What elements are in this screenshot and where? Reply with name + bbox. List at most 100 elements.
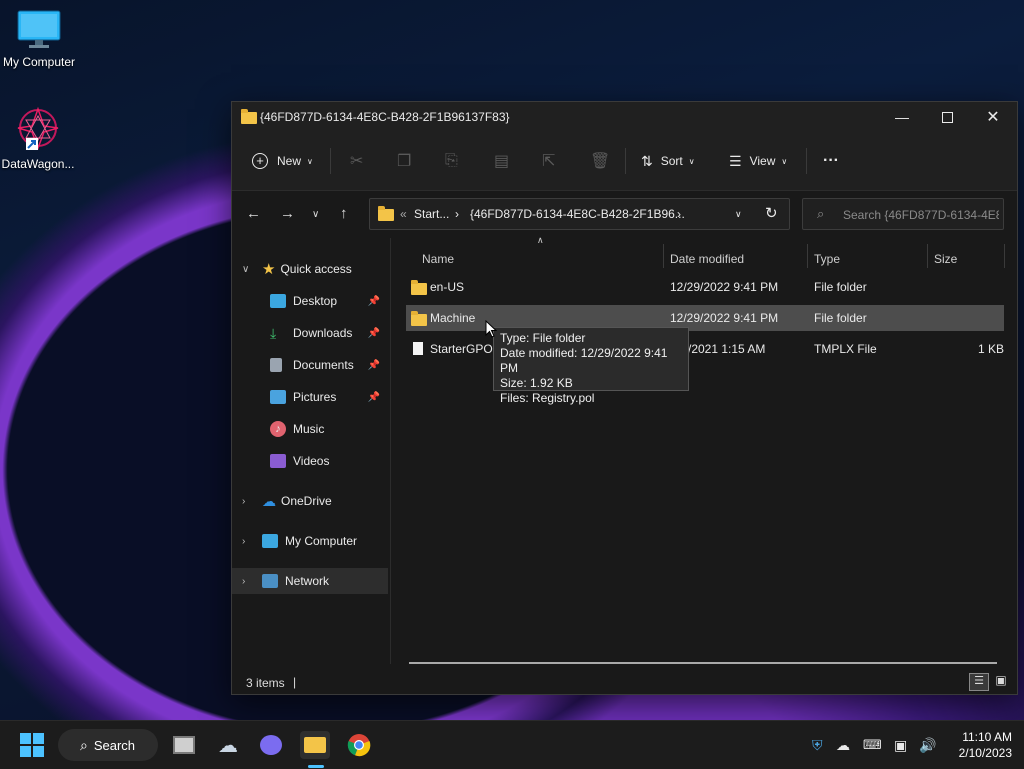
sidebar-item-label: Desktop bbox=[293, 294, 338, 308]
up-arrow-icon[interactable]: ↑ bbox=[340, 205, 348, 222]
chevron-down-icon[interactable]: ∨ bbox=[242, 264, 249, 275]
pin-icon[interactable]: 📌 bbox=[368, 360, 380, 371]
navigation-pane: ∨ ★ Quick access Desktop 📌 ⤓ Downloads 📌… bbox=[232, 238, 391, 664]
column-divider[interactable] bbox=[663, 244, 664, 268]
delete-button[interactable]: 🗑 bbox=[590, 150, 610, 172]
search-button[interactable]: ⌕ Search bbox=[58, 729, 158, 761]
tooltip-date: Date modified: 12/29/2022 9:41 PM bbox=[500, 346, 668, 375]
folder-icon bbox=[378, 206, 394, 221]
share-button[interactable]: ⇱ bbox=[542, 150, 555, 172]
file-explorer-window: {46FD877D-6134-4E8C-B428-2F1B96137F83} —… bbox=[231, 101, 1018, 695]
desktop-icon-label: My Computer bbox=[2, 55, 76, 69]
network-icon[interactable]: ▣ bbox=[894, 737, 907, 754]
security-shield-icon[interactable]: ⛨ bbox=[812, 737, 823, 754]
search-icon: ⌕ bbox=[817, 206, 825, 221]
view-list-icon: ☰ bbox=[729, 152, 742, 169]
horizontal-scrollbar[interactable] bbox=[409, 662, 997, 664]
chrome-button[interactable] bbox=[345, 731, 373, 759]
breadcrumb-start[interactable]: Start... bbox=[414, 207, 449, 221]
column-divider[interactable] bbox=[927, 244, 928, 268]
file-type: File folder bbox=[814, 311, 867, 325]
volume-icon[interactable]: 🔊 bbox=[919, 737, 936, 754]
document-icon bbox=[270, 358, 282, 372]
command-bar: + New ∨ ✂ ❐ ⎘ ▤ ⇱ 🗑 ⇅ Sort ∨ ☰ View ∨ ··… bbox=[232, 132, 1017, 191]
close-button[interactable]: ✕ bbox=[970, 102, 1016, 132]
column-header-size[interactable]: Size bbox=[934, 246, 957, 272]
clock-time: 11:10 AM bbox=[962, 730, 1012, 744]
sidebar-item-music[interactable]: ♪ Music bbox=[232, 416, 388, 442]
chevron-right-icon[interactable]: › bbox=[242, 536, 245, 547]
paste-button[interactable]: ⎘ bbox=[445, 150, 458, 172]
view-button[interactable]: ☰ View ∨ bbox=[729, 150, 787, 172]
sidebar-item-label: My Computer bbox=[285, 534, 358, 548]
desktop-icon-label: DataWagon... bbox=[1, 157, 75, 171]
sidebar-item-downloads[interactable]: ⤓ Downloads 📌 bbox=[232, 320, 388, 346]
picture-icon bbox=[270, 390, 286, 404]
sidebar-item-network[interactable]: › Network bbox=[232, 568, 388, 594]
sidebar-item-label: Documents bbox=[293, 358, 354, 372]
refresh-icon[interactable]: ↻ bbox=[765, 204, 778, 222]
details-view-icon[interactable]: ☰ bbox=[969, 673, 989, 691]
item-count: 3 items bbox=[246, 676, 285, 690]
more-options-button[interactable]: ··· bbox=[823, 150, 839, 172]
address-dropdown-chevron-icon[interactable]: ∨ bbox=[735, 209, 742, 220]
sidebar-item-onedrive[interactable]: › ☁ OneDrive bbox=[232, 488, 388, 514]
pin-icon[interactable]: 📌 bbox=[368, 392, 380, 403]
tiles-view-icon[interactable]: ▣ bbox=[992, 673, 1010, 689]
sidebar-item-my-computer[interactable]: › My Computer bbox=[232, 528, 388, 554]
datawagon-logo-icon bbox=[17, 106, 59, 151]
widgets-button[interactable]: ☁ bbox=[214, 731, 242, 759]
copy-button[interactable]: ❐ bbox=[397, 150, 411, 172]
file-list-pane: ∧ Name Date modified Type Size en-US 12/… bbox=[391, 235, 1017, 664]
column-header-label: Date modified bbox=[670, 252, 745, 266]
sidebar-item-desktop[interactable]: Desktop 📌 bbox=[232, 288, 388, 314]
column-header-type[interactable]: Type bbox=[814, 246, 840, 272]
file-name: StarterGPO. bbox=[430, 342, 497, 356]
maximize-button[interactable] bbox=[924, 102, 970, 132]
sidebar-item-quick-access[interactable]: ∨ ★ Quick access bbox=[232, 256, 388, 282]
title-bar[interactable]: {46FD877D-6134-4E8C-B428-2F1B96137F83} —… bbox=[232, 102, 1017, 132]
rename-button[interactable]: ▤ bbox=[494, 150, 509, 172]
minimize-button[interactable]: — bbox=[879, 102, 925, 132]
sidebar-item-videos[interactable]: Videos bbox=[232, 448, 388, 474]
column-header-name[interactable]: Name bbox=[422, 246, 454, 272]
search-box[interactable]: ⌕ Search {46FD877D-6134-4E8... bbox=[802, 198, 1004, 230]
sidebar-item-label: Quick access bbox=[280, 262, 352, 276]
column-divider[interactable] bbox=[807, 244, 808, 268]
breadcrumb-overflow[interactable]: « bbox=[400, 207, 407, 221]
onedrive-offline-icon[interactable]: ☁ bbox=[836, 737, 850, 754]
forward-arrow-icon[interactable]: → bbox=[280, 205, 295, 222]
sort-button[interactable]: ⇅ Sort ∨ bbox=[641, 150, 695, 172]
column-header-date[interactable]: Date modified bbox=[670, 246, 744, 272]
item-tooltip: Type: File folder Date modified: 12/29/2… bbox=[493, 327, 689, 405]
tooltip-files: Files: Registry.pol bbox=[500, 391, 595, 405]
toolbar-divider bbox=[625, 148, 626, 174]
task-view-button[interactable] bbox=[170, 731, 198, 759]
desktop-icon-my-computer[interactable]: My Computer bbox=[1, 10, 77, 69]
music-note-icon: ♪ bbox=[270, 421, 286, 437]
folder-icon bbox=[304, 737, 326, 753]
file-row[interactable]: en-US 12/29/2022 9:41 PM File folder bbox=[406, 274, 1004, 300]
sidebar-item-documents[interactable]: Documents 📌 bbox=[232, 352, 388, 378]
back-arrow-icon[interactable]: ← bbox=[246, 205, 261, 222]
pin-icon[interactable]: 📌 bbox=[368, 296, 380, 307]
address-bar[interactable]: « Start... › {46FD877D-6134-4E8C-B428-2F… bbox=[369, 198, 790, 230]
file-explorer-taskbar-button[interactable] bbox=[300, 731, 330, 759]
chevron-right-icon[interactable]: › bbox=[242, 576, 245, 587]
keyboard-icon[interactable]: ⌨ bbox=[863, 737, 882, 753]
tooltip-size: Size: 1.92 KB bbox=[500, 376, 573, 390]
new-button[interactable]: + New ∨ bbox=[252, 150, 313, 172]
chevron-right-icon[interactable]: › bbox=[242, 496, 245, 507]
recent-chevron-down-icon[interactable]: ∨ bbox=[312, 209, 319, 220]
cloud-icon: ☁ bbox=[262, 492, 276, 509]
sidebar-item-pictures[interactable]: Pictures 📌 bbox=[232, 384, 388, 410]
start-button[interactable] bbox=[18, 731, 46, 759]
column-divider[interactable] bbox=[1004, 244, 1005, 268]
clock[interactable]: 11:10 AM 2/10/2023 bbox=[946, 729, 1012, 761]
breadcrumb-current[interactable]: {46FD877D-6134-4E8C-B428-2F1B96... bbox=[470, 207, 685, 221]
desktop-icon-datawagon[interactable]: DataWagon... bbox=[0, 106, 76, 171]
cut-button[interactable]: ✂ bbox=[350, 150, 363, 172]
plus-circle-icon: + bbox=[252, 153, 268, 169]
chat-button[interactable] bbox=[257, 731, 285, 759]
pin-icon[interactable]: 📌 bbox=[368, 328, 380, 339]
